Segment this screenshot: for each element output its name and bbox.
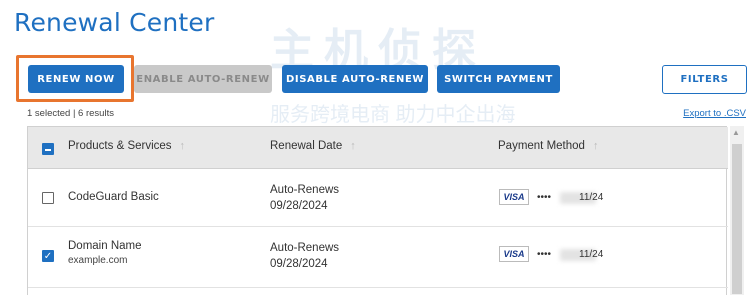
select-all-checkbox[interactable] xyxy=(42,143,54,155)
sort-up-icon: ↑ xyxy=(179,140,186,152)
page-title: Renewal Center xyxy=(14,8,215,37)
header-payment-method-label: Payment Method xyxy=(498,140,585,152)
watermark-slogan: 服务跨境电商 助力中企出海 xyxy=(270,104,516,126)
selection-summary: 1 selected | 6 results xyxy=(27,108,114,119)
export-csv-link[interactable]: Export to .CSV xyxy=(683,108,746,119)
table-row: ✓ Domain Name example.com Auto-Renews 09… xyxy=(28,228,728,288)
card-mask: •••• xyxy=(537,249,552,260)
product-name-text: Domain Name xyxy=(68,240,142,252)
renew-now-button[interactable]: RENEW NOW xyxy=(28,65,124,93)
renewal-status: Auto-Renews 09/28/2024 xyxy=(270,240,339,272)
row-checkbox[interactable] xyxy=(42,192,54,204)
scroll-up-icon[interactable]: ▲ xyxy=(732,128,740,137)
table-header: Products & Services ↑ Renewal Date ↑ Payme… xyxy=(28,127,728,169)
header-renewal-date[interactable]: Renewal Date ↑ xyxy=(270,140,356,152)
scroll-thumb[interactable] xyxy=(732,144,742,294)
table-row: CodeGuard Basic Auto-Renews 09/28/2024 V… xyxy=(28,170,728,227)
renewal-status: Auto-Renews 09/28/2024 xyxy=(270,182,339,214)
header-products[interactable]: Products & Services ↑ xyxy=(68,140,185,152)
renewal-date: 09/28/2024 xyxy=(270,200,328,212)
filters-button[interactable]: FILTERS xyxy=(662,65,747,94)
card-expiry: 11/24 xyxy=(579,249,604,260)
product-name: CodeGuard Basic xyxy=(68,191,159,203)
table-scrollbar[interactable]: ▲ xyxy=(730,126,744,295)
sort-up-icon: ↑ xyxy=(592,140,599,152)
header-products-label: Products & Services xyxy=(68,140,172,152)
visa-card-icon: VISA xyxy=(499,246,529,262)
card-mask: •••• xyxy=(537,192,552,203)
product-name: Domain Name example.com xyxy=(68,240,142,266)
card-expiry: 11/24 xyxy=(579,192,604,203)
renewals-table: Products & Services ↑ Renewal Date ↑ Payme… xyxy=(27,126,728,295)
header-payment-method[interactable]: Payment Method ↑ xyxy=(498,140,598,152)
sort-up-icon: ↑ xyxy=(350,140,356,152)
header-renewal-date-label: Renewal Date xyxy=(270,140,343,152)
renewal-status-text: Auto-Renews xyxy=(270,242,340,254)
renewal-date: 09/28/2024 xyxy=(270,258,328,270)
disable-auto-renew-button[interactable]: DISABLE AUTO-RENEW xyxy=(282,65,428,93)
row-checkbox-checked[interactable]: ✓ xyxy=(42,250,54,262)
switch-payment-button[interactable]: SWITCH PAYMENT xyxy=(437,65,560,93)
enable-auto-renew-button[interactable]: ENABLE AUTO-RENEW xyxy=(134,65,272,93)
product-domain: example.com xyxy=(68,255,128,266)
visa-card-icon: VISA xyxy=(499,189,529,205)
renewal-status-text: Auto-Renews xyxy=(270,184,340,196)
